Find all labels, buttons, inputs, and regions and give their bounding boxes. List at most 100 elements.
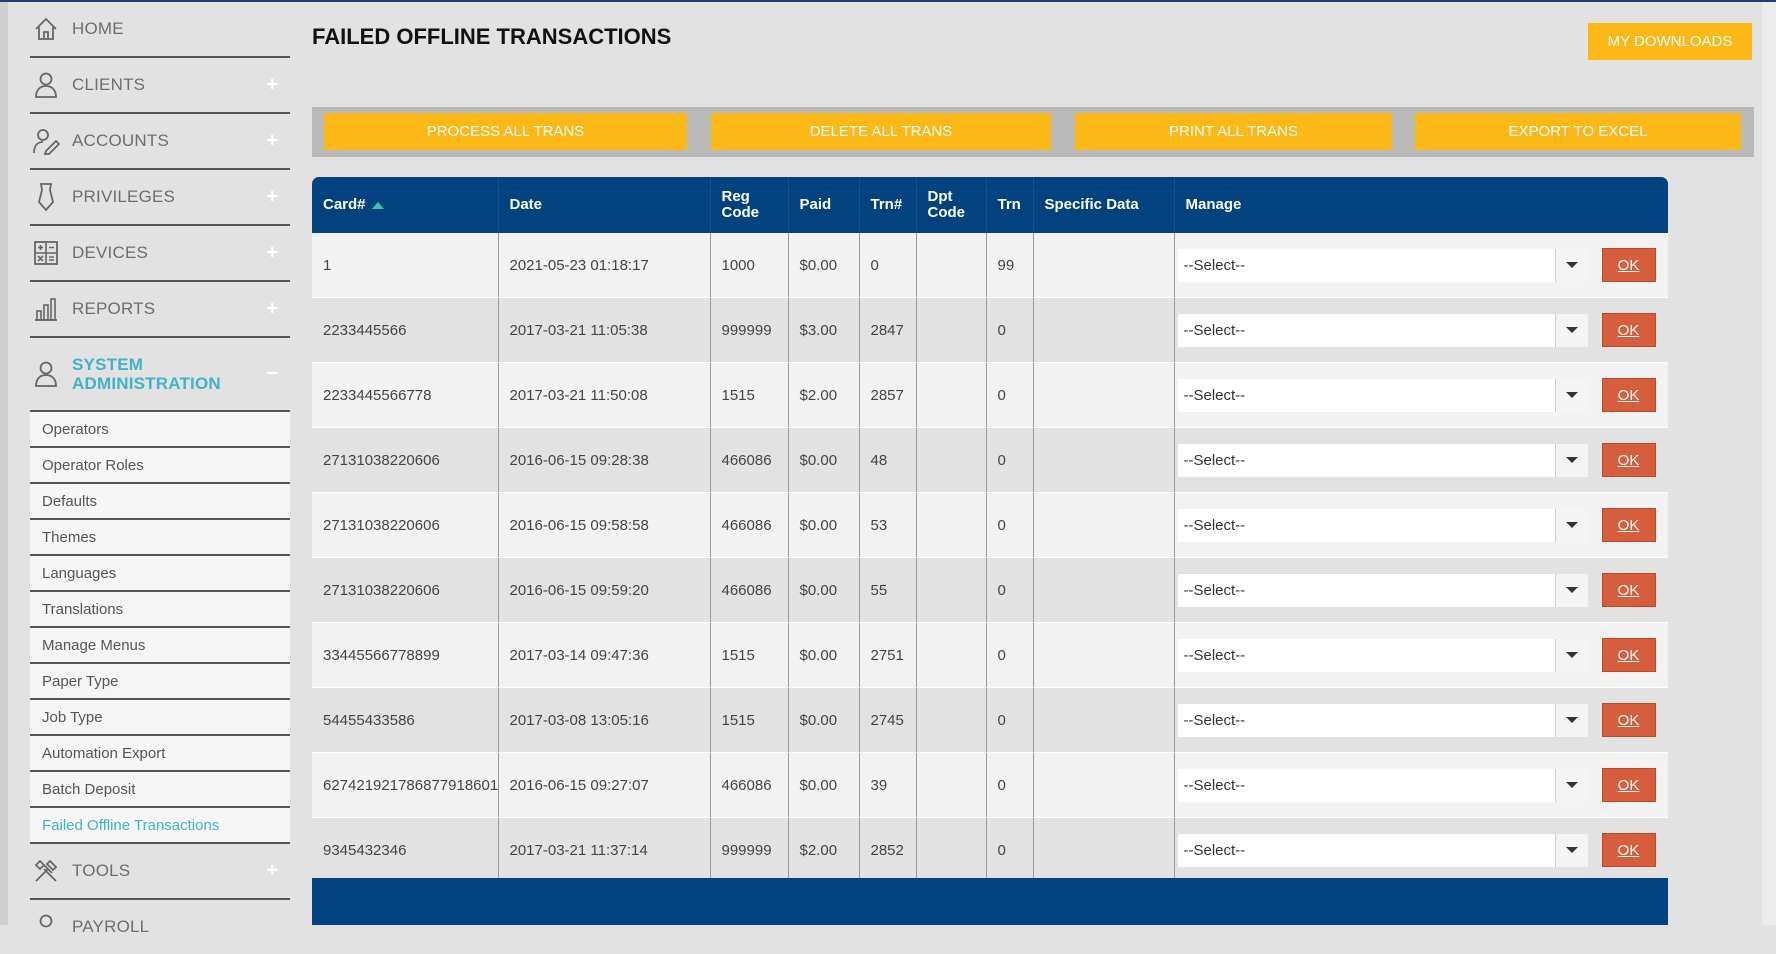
manage-select[interactable]: --Select-- xyxy=(1177,703,1588,737)
nav-item-accounts[interactable]: ACCOUNTS + xyxy=(30,114,290,170)
cell-trn-no: 2751 xyxy=(859,622,917,688)
manage-select[interactable]: --Select-- xyxy=(1177,833,1588,867)
ok-button[interactable]: OK xyxy=(1601,703,1656,737)
nav-item-payroll[interactable]: PAYROLL xyxy=(30,900,290,954)
sub-item-manage-menus[interactable]: Manage Menus xyxy=(30,628,290,664)
cell-date: 2017-03-21 11:05:38 xyxy=(498,297,711,363)
col-header-trn-no[interactable]: Trn# xyxy=(859,177,917,233)
cell-reg-code: 1515 xyxy=(710,687,789,753)
nav-item-privileges[interactable]: PRIVILEGES + xyxy=(30,170,290,226)
sub-item-operators[interactable]: Operators xyxy=(30,412,290,448)
ok-button[interactable]: OK xyxy=(1601,248,1656,282)
manage-select[interactable]: --Select-- xyxy=(1177,443,1588,477)
manage-select[interactable]: --Select-- xyxy=(1177,638,1588,672)
nav-item-devices[interactable]: DEVICES + xyxy=(30,226,290,282)
expand-icon[interactable]: + xyxy=(266,860,278,883)
page-scrollbar[interactable] xyxy=(1762,2,1776,925)
ok-button[interactable]: OK xyxy=(1601,573,1656,607)
nav-item-tools[interactable]: TOOLS + xyxy=(30,844,290,900)
cell-specific-data xyxy=(1033,492,1175,558)
chevron-down-icon[interactable] xyxy=(1554,573,1588,607)
cell-paid: $0.00 xyxy=(788,557,860,623)
process-all-button[interactable]: PROCESS ALL TRANS xyxy=(324,113,687,150)
print-all-button[interactable]: PRINT ALL TRANS xyxy=(1075,113,1392,150)
manage-select[interactable]: --Select-- xyxy=(1177,573,1588,607)
table-row: 2233445566778 2017-03-21 11:50:08 1515 $… xyxy=(312,362,1668,428)
nav-item-clients[interactable]: CLIENTS + xyxy=(30,58,290,114)
chevron-down-icon[interactable] xyxy=(1554,638,1588,672)
cell-trn-no: 53 xyxy=(859,492,917,558)
sub-item-themes[interactable]: Themes xyxy=(30,520,290,556)
ok-button[interactable]: OK xyxy=(1601,508,1656,542)
cell-date: 2017-03-21 11:37:14 xyxy=(498,817,711,883)
home-icon xyxy=(32,15,60,43)
sub-item-batch-deposit[interactable]: Batch Deposit xyxy=(30,772,290,808)
expand-icon[interactable]: + xyxy=(266,298,278,321)
nav-item-reports[interactable]: REPORTS + xyxy=(30,282,290,338)
sub-item-failed-offline-transactions[interactable]: Failed Offline Transactions xyxy=(30,808,290,844)
my-downloads-button[interactable]: MY DOWNLOADS xyxy=(1588,23,1752,60)
sidebar: HOME CLIENTS + ACCOUNTS + PRIVILEGES + D… xyxy=(30,2,290,954)
expand-icon[interactable]: + xyxy=(266,242,278,265)
ok-button[interactable]: OK xyxy=(1601,638,1656,672)
col-header-card[interactable]: Card# xyxy=(312,177,499,233)
sub-item-languages[interactable]: Languages xyxy=(30,556,290,592)
col-header-reg-code[interactable]: Reg Code xyxy=(710,177,789,233)
cell-dpt-code xyxy=(916,362,987,428)
delete-all-button[interactable]: DELETE ALL TRANS xyxy=(711,113,1051,150)
expand-icon[interactable]: + xyxy=(266,74,278,97)
collapse-icon[interactable]: − xyxy=(266,363,278,386)
sub-item-operator-roles[interactable]: Operator Roles xyxy=(30,448,290,484)
col-header-dpt-code[interactable]: Dpt Code xyxy=(916,177,987,233)
chevron-down-icon[interactable] xyxy=(1554,443,1588,477)
table-row: 9345432346 2017-03-21 11:37:14 999999 $2… xyxy=(312,817,1668,883)
nav-item-home[interactable]: HOME xyxy=(30,2,290,58)
manage-select[interactable]: --Select-- xyxy=(1177,313,1588,347)
manage-select[interactable]: --Select-- xyxy=(1177,768,1588,802)
cell-specific-data xyxy=(1033,622,1175,688)
sub-item-paper-type[interactable]: Paper Type xyxy=(30,664,290,700)
manage-select[interactable]: --Select-- xyxy=(1177,378,1588,412)
cell-trn-no: 2847 xyxy=(859,297,917,363)
col-header-specific-data[interactable]: Specific Data xyxy=(1033,177,1175,233)
chevron-down-icon[interactable] xyxy=(1554,833,1588,867)
cell-card: 9345432346 xyxy=(312,817,499,883)
cell-dpt-code xyxy=(916,233,987,298)
col-header-trn[interactable]: Trn xyxy=(986,177,1034,233)
col-header-date[interactable]: Date xyxy=(498,177,711,233)
manage-select[interactable]: --Select-- xyxy=(1177,248,1588,282)
sub-item-automation-export[interactable]: Automation Export xyxy=(30,736,290,772)
sub-item-job-type[interactable]: Job Type xyxy=(30,700,290,736)
expand-icon[interactable]: + xyxy=(266,130,278,153)
ok-button[interactable]: OK xyxy=(1601,378,1656,412)
cell-manage: --Select-- OK xyxy=(1174,427,1668,493)
cell-paid: $0.00 xyxy=(788,752,860,818)
table-header-row: Card# Date Reg Code Paid Trn# Dpt Code T… xyxy=(312,177,1668,233)
chevron-down-icon[interactable] xyxy=(1554,508,1588,542)
export-excel-button[interactable]: EXPORT TO EXCEL xyxy=(1415,113,1741,150)
ok-button[interactable]: OK xyxy=(1601,443,1656,477)
col-header-paid[interactable]: Paid xyxy=(788,177,860,233)
ok-button[interactable]: OK xyxy=(1601,768,1656,802)
sub-item-defaults[interactable]: Defaults xyxy=(30,484,290,520)
sub-item-translations[interactable]: Translations xyxy=(30,592,290,628)
chevron-down-icon[interactable] xyxy=(1554,703,1588,737)
col-header-manage: Manage xyxy=(1174,177,1668,233)
chevron-down-icon[interactable] xyxy=(1554,248,1588,282)
manage-select[interactable]: --Select-- xyxy=(1177,508,1588,542)
chevron-down-icon[interactable] xyxy=(1554,313,1588,347)
expand-icon[interactable]: + xyxy=(266,186,278,209)
chevron-down-icon[interactable] xyxy=(1554,378,1588,412)
table-row: 1 2021-05-23 01:18:17 1000 $0.00 0 99 --… xyxy=(312,233,1668,298)
chevron-down-icon[interactable] xyxy=(1554,768,1588,802)
cell-reg-code: 1515 xyxy=(710,622,789,688)
cell-reg-code: 1000 xyxy=(710,233,789,298)
cell-date: 2017-03-14 09:47:36 xyxy=(498,622,711,688)
nav-item-system-administration[interactable]: SYSTEM ADMINISTRATION − xyxy=(30,338,290,412)
ok-button[interactable]: OK xyxy=(1601,313,1656,347)
sort-ascending-icon[interactable] xyxy=(371,201,384,209)
cell-card: 2233445566778 xyxy=(312,362,499,428)
ok-button[interactable]: OK xyxy=(1601,833,1656,867)
page-title: FAILED OFFLINE TRANSACTIONS xyxy=(312,24,672,49)
cell-date: 2017-03-21 11:50:08 xyxy=(498,362,711,428)
